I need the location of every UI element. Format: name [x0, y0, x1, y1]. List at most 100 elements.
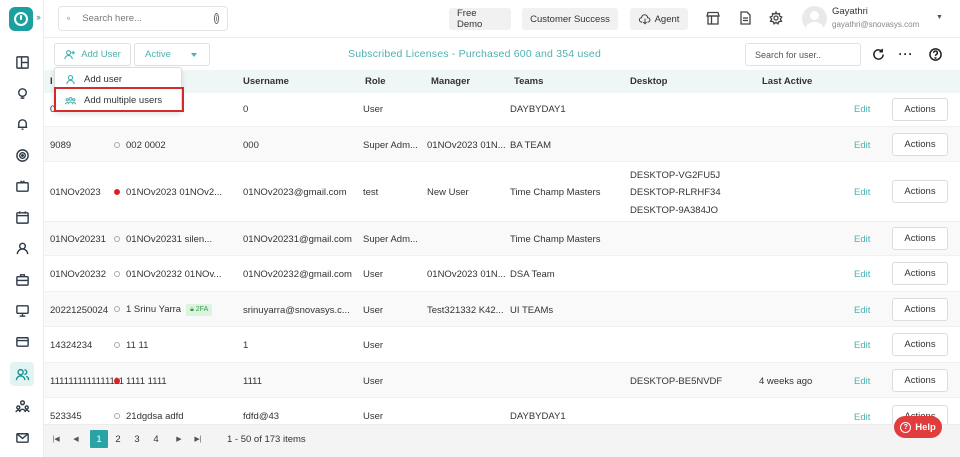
table-row[interactable]: 1111111111111111 1111 1111 1111 User DES…	[44, 363, 960, 398]
users-table: I Username Role Manager Teams Desktop La…	[44, 70, 960, 424]
table-row[interactable]: 01NOv20231 01NOv20231 silen... 01NOv2023…	[44, 222, 960, 256]
actions-button[interactable]: Actions	[892, 369, 948, 392]
avatar[interactable]	[802, 6, 827, 31]
row-manager: New User	[427, 187, 469, 198]
actions-button[interactable]: Actions	[892, 227, 948, 250]
add-user-label: Add User	[81, 49, 121, 60]
edit-link[interactable]: Edit	[854, 104, 870, 115]
row-teams: BA TEAM	[510, 140, 552, 151]
row-name: 002 0002	[114, 140, 166, 151]
monitor-icon[interactable]	[10, 298, 34, 322]
help-circle-icon[interactable]	[927, 46, 943, 62]
header-last-active[interactable]: Last Active	[762, 76, 812, 87]
actions-button[interactable]: Actions	[892, 333, 948, 356]
row-id: 9089	[50, 140, 72, 151]
user-search-input[interactable]	[745, 43, 861, 66]
row-id: 01NOv20231	[50, 234, 106, 245]
header-username[interactable]: Username	[243, 76, 289, 87]
header-role[interactable]: Role	[365, 76, 386, 87]
licenses-summary: Subscribed Licenses - Purchased 600 and …	[348, 48, 602, 60]
alerts-icon[interactable]	[10, 112, 34, 136]
actions-button[interactable]: Actions	[892, 262, 948, 285]
table-row[interactable]: 01NOv2023 01NOv2023 01NOv2... 01NOv2023@…	[44, 162, 960, 222]
pagination: |◀ ◀ 1 2 3 4 ▶ ▶| 1 - 50 of 173 items	[44, 424, 960, 457]
agent-button[interactable]: Agent	[630, 8, 688, 30]
row-role: User	[363, 269, 384, 280]
table-row[interactable]: 01NOv20232 01NOv20232 01NOv... 01NOv2023…	[44, 256, 960, 292]
customer-success-button[interactable]: Customer Success	[522, 8, 618, 30]
header-manager[interactable]: Manager	[431, 76, 470, 87]
users-toolbar: Add User Active Subscribed Licenses - Pu…	[54, 42, 956, 68]
row-id: 01NOv20232	[50, 269, 106, 280]
row-manager: Test321332 K42...	[427, 305, 504, 316]
insights-icon[interactable]	[10, 81, 34, 105]
user-menu-chevron-down-icon[interactable]: ▼	[936, 14, 943, 21]
edit-link[interactable]: Edit	[854, 412, 870, 423]
actions-button[interactable]: Actions	[892, 133, 948, 156]
row-username: 1111	[243, 376, 263, 387]
document-icon[interactable]	[738, 11, 754, 27]
actions-button[interactable]: Actions	[892, 180, 948, 203]
mail-icon[interactable]	[10, 425, 34, 449]
pagination-info: 1 - 50 of 173 items	[227, 434, 306, 445]
table-row[interactable]: 14324234 11 11 1 User Edit Actions	[44, 327, 960, 363]
edit-link[interactable]: Edit	[854, 187, 870, 198]
actions-button[interactable]: Actions	[892, 298, 948, 321]
actions-button[interactable]: Actions	[892, 98, 948, 121]
first-page-icon[interactable]: |◀	[50, 430, 62, 448]
settings-gear-icon[interactable]	[769, 10, 785, 27]
edit-link[interactable]: Edit	[854, 140, 870, 151]
add-user-button[interactable]: Add User	[54, 43, 131, 66]
users-group-icon[interactable]	[10, 362, 34, 386]
global-search[interactable]: i	[58, 6, 228, 31]
last-page-icon[interactable]: ▶|	[192, 430, 204, 448]
app-logo-icon[interactable]	[9, 7, 33, 31]
user-icon[interactable]	[10, 236, 34, 260]
info-icon[interactable]: i	[214, 13, 219, 24]
row-name: 1111 1111	[114, 376, 167, 387]
refresh-icon[interactable]	[870, 46, 886, 62]
table-row[interactable]: 523345 21dgdsa adfd fdfd@43 User DAYBYDA…	[44, 398, 960, 424]
menu-item-add-user[interactable]: Add user	[55, 69, 183, 89]
row-name: 01NOv20231 silen...	[114, 234, 212, 245]
question-icon: ?	[900, 421, 912, 433]
store-icon[interactable]	[706, 11, 722, 27]
billing-card-icon[interactable]	[10, 329, 34, 353]
edit-link[interactable]: Edit	[854, 234, 870, 245]
menu-item-label: Add multiple users	[84, 94, 163, 106]
edit-link[interactable]: Edit	[854, 340, 870, 351]
row-manager: 01NOv2023 01N...	[427, 140, 506, 151]
edit-link[interactable]: Edit	[854, 269, 870, 280]
edit-link[interactable]: Edit	[854, 305, 870, 316]
cloud-download-icon	[638, 13, 651, 25]
calendar-icon[interactable]	[10, 205, 34, 229]
help-button[interactable]: ? Help	[894, 416, 942, 438]
expand-rail-icon[interactable]: ›››	[36, 12, 41, 22]
free-demo-button[interactable]: Free Demo	[449, 8, 511, 30]
page-2-button[interactable]: 2	[113, 430, 123, 448]
table-row[interactable]: 20221250024 1 Srinu Yarra 🔒︎ 2FA srinuyar…	[44, 292, 960, 327]
screen-recording-icon[interactable]	[10, 174, 34, 198]
menu-item-add-multiple-users[interactable]: Add multiple users	[55, 90, 183, 110]
briefcase-icon[interactable]	[10, 267, 34, 291]
page-3-button[interactable]: 3	[132, 430, 142, 448]
user-email: gayathri@snovasys.com	[832, 20, 920, 29]
page-1-button[interactable]: 1	[90, 430, 108, 448]
table-row[interactable]: 9089 002 0002 000 Super Adm... 01NOv2023…	[44, 127, 960, 162]
target-icon[interactable]	[10, 143, 34, 167]
more-options-icon[interactable]: ···	[898, 46, 914, 62]
status-select[interactable]: Active	[134, 43, 210, 66]
global-search-input[interactable]	[82, 13, 215, 24]
next-page-icon[interactable]: ▶	[173, 430, 185, 448]
top-bar: i Free Demo Customer Success Agent Gayat…	[44, 0, 960, 38]
prev-page-icon[interactable]: ◀	[70, 430, 82, 448]
edit-link[interactable]: Edit	[854, 376, 870, 387]
row-desktop: DESKTOP-BE5NVDF	[630, 376, 723, 387]
row-name: 01NOv20232 01NOv...	[114, 269, 221, 280]
page-4-button[interactable]: 4	[151, 430, 161, 448]
dashboard-icon[interactable]	[10, 50, 34, 74]
org-chart-icon[interactable]	[10, 394, 34, 418]
chevron-down-icon	[191, 53, 197, 57]
header-teams[interactable]: Teams	[514, 76, 543, 87]
header-desktop[interactable]: Desktop	[630, 76, 667, 87]
